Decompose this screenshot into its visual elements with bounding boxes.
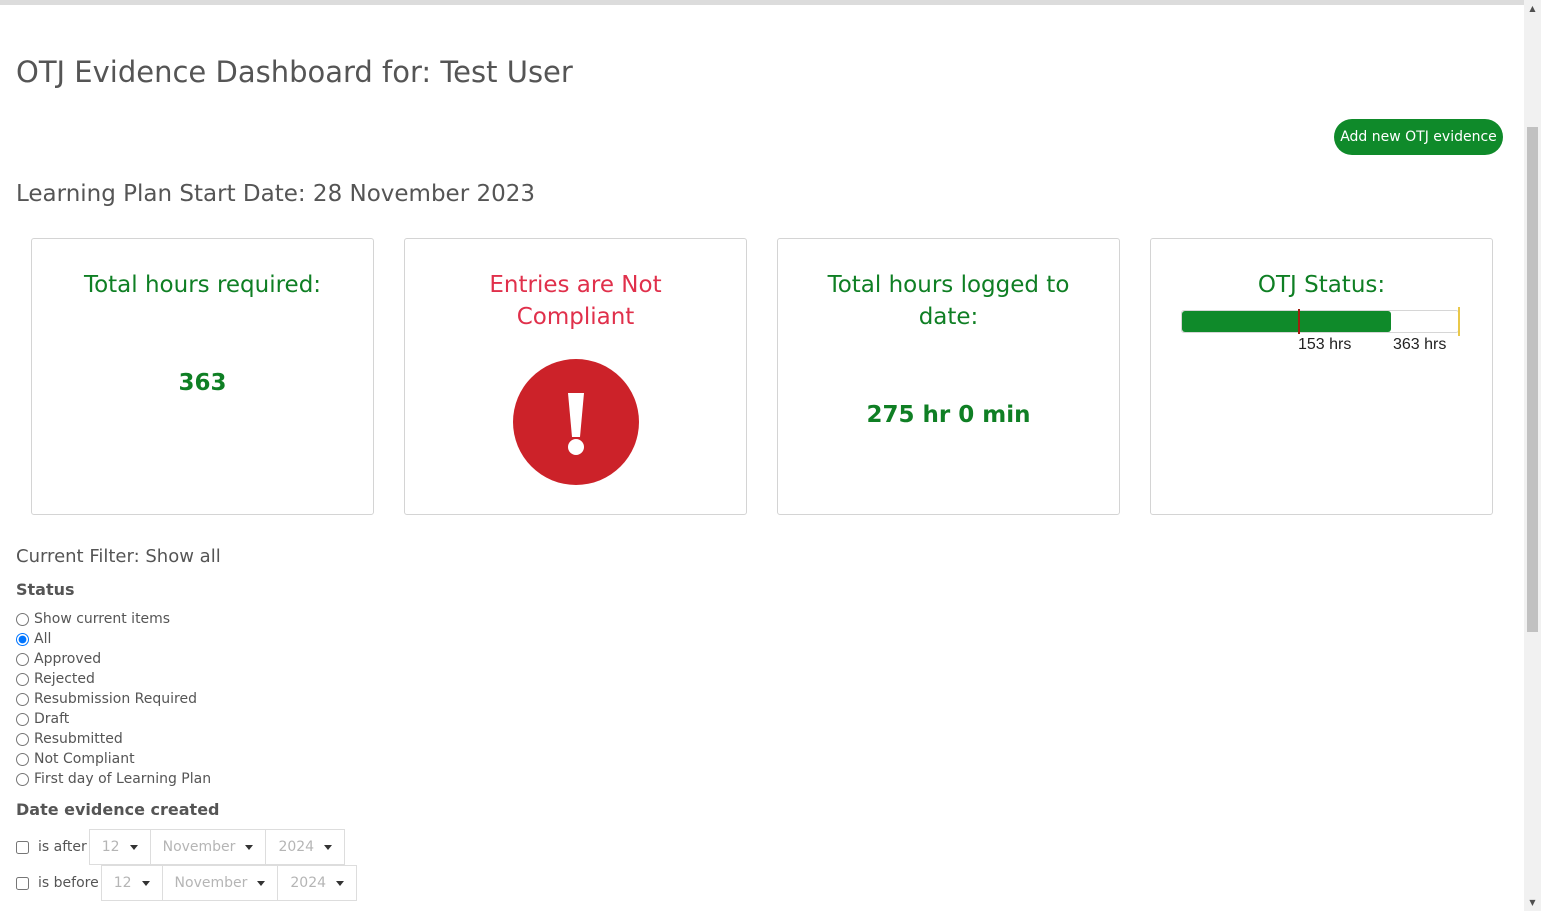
status-option-label: Show current items — [34, 611, 171, 627]
status-label: Status — [16, 580, 75, 599]
card-title: Total hours logged to date: — [827, 272, 1070, 330]
otj-progress-bar — [1181, 307, 1460, 336]
caret-down-icon — [324, 844, 333, 850]
status-radio[interactable] — [16, 612, 29, 626]
compliance-title: Entries are Not Compliant — [489, 272, 662, 330]
date-after-checkbox[interactable] — [16, 840, 29, 854]
status-option[interactable]: Not Compliant — [15, 749, 211, 769]
status-radio[interactable] — [16, 692, 29, 706]
status-option[interactable]: Resubmitted — [15, 729, 211, 749]
status-option[interactable]: Draft — [15, 709, 211, 729]
date-before-label: is before — [38, 875, 99, 891]
scroll-down-arrow-icon[interactable]: ▼ — [1524, 894, 1541, 911]
status-option[interactable]: Approved — [15, 649, 211, 669]
date-before-year-select[interactable]: 2024 — [277, 865, 358, 901]
status-radio[interactable] — [16, 632, 29, 646]
progress-target-marker — [1458, 307, 1460, 336]
status-option-label: Draft — [34, 711, 70, 727]
scroll-up-arrow-icon[interactable]: ▲ — [1524, 0, 1541, 17]
card-title: OTJ Status: — [1257, 272, 1386, 298]
caret-down-icon — [129, 844, 138, 850]
status-radio[interactable] — [16, 712, 29, 726]
status-option[interactable]: All — [15, 629, 211, 649]
status-option-label: First day of Learning Plan — [34, 771, 212, 787]
progress-target-label: 363 hrs — [1393, 336, 1447, 353]
status-option[interactable]: Rejected — [15, 669, 211, 689]
selected-value: 12 — [113, 875, 132, 891]
total-hours-required-card: Total hours required: 363 — [31, 238, 374, 515]
caret-down-icon — [245, 844, 254, 850]
learning-plan-start-date: Learning Plan Start Date: 28 November 20… — [16, 181, 536, 207]
card-title: Total hours required: — [83, 272, 322, 298]
total-hours-required-value: 363 — [178, 370, 227, 396]
date-before-checkbox[interactable] — [16, 876, 29, 890]
caret-down-icon — [141, 880, 150, 886]
total-hours-logged-value: 275 hr 0 min — [866, 402, 1031, 428]
selected-value: 12 — [101, 839, 120, 855]
status-radio[interactable] — [16, 652, 29, 666]
status-radio-group: Show current items All Approved Rejected Res… — [15, 609, 211, 789]
status-radio[interactable] — [16, 672, 29, 686]
status-option-label: Not Compliant — [34, 751, 135, 767]
status-option[interactable]: Show current items — [15, 609, 211, 629]
progress-marker-label: 153 hrs — [1298, 336, 1352, 353]
date-after-row: is after 12 November 2024 — [15, 829, 346, 865]
page-title: OTJ Evidence Dashboard for: Test User — [16, 55, 573, 89]
selected-value: November — [174, 875, 248, 891]
dashboard-page: OTJ Evidence Dashboard for: Test User Ad… — [0, 0, 1524, 911]
date-before-day-select[interactable]: 12 — [100, 865, 163, 901]
otj-status-card: OTJ Status: 153 hrs 363 hrs — [1150, 238, 1493, 515]
caret-down-icon — [257, 880, 266, 886]
selected-value: 2024 — [290, 875, 327, 891]
current-filter-label: Current Filter: Show all — [16, 546, 221, 567]
date-before-row: is before 12 November 2024 — [15, 865, 358, 901]
status-radio[interactable] — [16, 752, 29, 766]
vertical-scrollbar[interactable]: ▲ ▼ — [1524, 0, 1541, 911]
progress-marker — [1298, 309, 1300, 334]
progress-fill — [1182, 311, 1391, 332]
total-hours-logged-card: Total hours logged to date: 275 hr 0 min — [777, 238, 1120, 515]
compliance-card: Entries are Not Compliant — [404, 238, 747, 515]
status-radio[interactable] — [16, 772, 29, 786]
selected-value: 2024 — [278, 839, 315, 855]
selected-value: November — [162, 839, 236, 855]
add-otj-evidence-button[interactable]: Add new OTJ evidence — [1334, 119, 1503, 155]
caret-down-icon — [336, 880, 345, 886]
status-radio[interactable] — [16, 732, 29, 746]
status-option-label: Resubmitted — [34, 731, 123, 747]
date-created-label: Date evidence created — [16, 800, 220, 819]
status-option-label: Approved — [34, 651, 102, 667]
status-option-label: All — [34, 631, 52, 647]
date-before-month-select[interactable]: November — [161, 865, 279, 901]
status-option-label: Rejected — [34, 671, 95, 687]
scrollbar-thumb[interactable] — [1527, 127, 1538, 632]
exclamation-alert-icon — [513, 359, 639, 485]
status-option[interactable]: First day of Learning Plan — [15, 769, 211, 789]
status-option[interactable]: Resubmission Required — [15, 689, 211, 709]
date-after-month-select[interactable]: November — [149, 829, 267, 865]
date-after-label: is after — [38, 839, 87, 855]
date-after-year-select[interactable]: 2024 — [265, 829, 346, 865]
date-after-day-select[interactable]: 12 — [88, 829, 151, 865]
status-option-label: Resubmission Required — [34, 691, 197, 707]
